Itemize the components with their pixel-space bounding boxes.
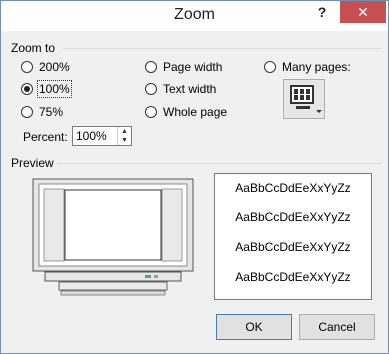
percent-label: Percent: <box>23 130 68 144</box>
help-button[interactable]: ? <box>312 4 332 24</box>
radio-200-button[interactable] <box>21 61 33 73</box>
zoom-to-group-label: Zoom to <box>11 41 56 55</box>
radio-many-pages-button[interactable] <box>264 61 276 73</box>
cancel-button[interactable]: Cancel <box>299 314 375 340</box>
zoom-to-divider <box>63 48 381 49</box>
radio-100-button[interactable] <box>21 83 33 95</box>
radio-whole-page-label: Whole page <box>163 105 228 119</box>
ok-button[interactable]: OK <box>216 314 292 340</box>
zoom-dialog: Zoom ? ✕ Zoom to 200% 100% 75% Page widt… <box>0 0 389 354</box>
spin-down-icon[interactable]: ▼ <box>117 136 131 145</box>
radio-page-width-button[interactable] <box>145 61 157 73</box>
radio-whole-page[interactable]: Whole page <box>145 105 227 119</box>
radio-200-label: 200% <box>39 60 70 74</box>
percent-input[interactable] <box>76 128 114 144</box>
percent-spinner[interactable]: ▲ ▼ <box>72 126 132 146</box>
radio-text-width[interactable]: Text width <box>145 82 216 96</box>
radio-page-width-label: Page width <box>163 60 223 74</box>
monitor-pages-icon <box>290 85 322 113</box>
preview-divider <box>57 163 381 164</box>
preview-group-label: Preview <box>11 156 54 170</box>
radio-75-button[interactable] <box>21 106 33 118</box>
monitor-preview-icon <box>32 178 194 296</box>
radio-100[interactable]: 100% <box>21 80 72 98</box>
sample-line-4: AaBbCcDdEeXxYyZz <box>235 270 351 284</box>
preview-monitor <box>21 175 205 299</box>
sample-line-3: AaBbCcDdEeXxYyZz <box>235 240 351 254</box>
radio-page-width[interactable]: Page width <box>145 60 222 74</box>
preview-sample-text: AaBbCcDdEeXxYyZz AaBbCcDdEeXxYyZz AaBbCc… <box>214 173 372 300</box>
radio-75[interactable]: 75% <box>21 105 63 119</box>
title-bar[interactable]: Zoom ? ✕ <box>1 1 388 31</box>
spin-up-icon[interactable]: ▲ <box>117 127 131 136</box>
radio-200[interactable]: 200% <box>21 60 70 74</box>
many-pages-button[interactable] <box>283 79 325 119</box>
sample-line-1: AaBbCcDdEeXxYyZz <box>235 181 351 195</box>
radio-many-pages[interactable]: Many pages: <box>264 60 351 74</box>
radio-many-pages-label: Many pages: <box>282 60 351 74</box>
radio-75-label: 75% <box>39 105 64 119</box>
sample-line-2: AaBbCcDdEeXxYyZz <box>235 210 351 224</box>
radio-text-width-button[interactable] <box>145 83 157 95</box>
close-button[interactable]: ✕ <box>340 1 386 23</box>
radio-text-width-label: Text width <box>163 82 217 96</box>
radio-100-label: 100% <box>37 80 72 98</box>
radio-whole-page-button[interactable] <box>145 106 157 118</box>
